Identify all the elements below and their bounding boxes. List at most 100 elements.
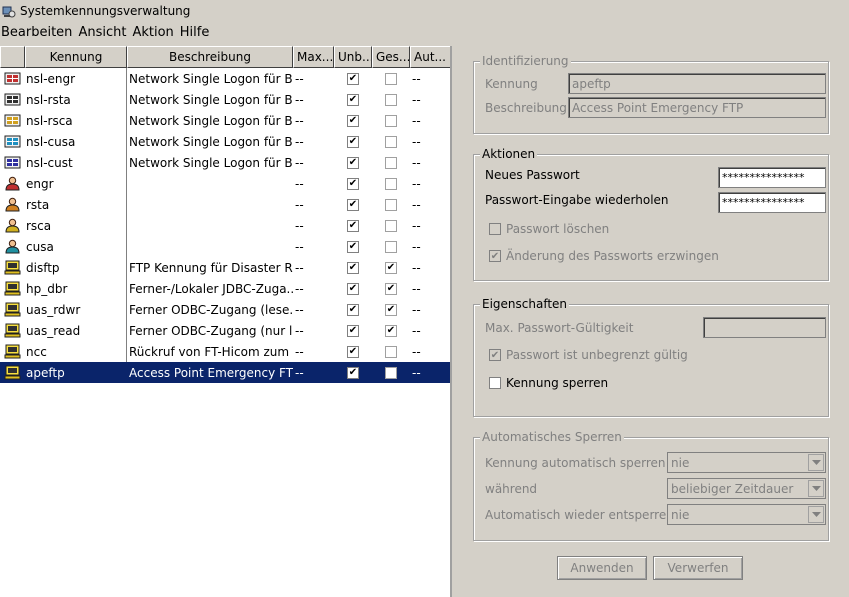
ges-checkbox[interactable]: [385, 135, 397, 148]
unb-checkbox[interactable]: ✔: [347, 114, 359, 127]
user-icon: [0, 194, 25, 215]
cell-beschreibung: [127, 173, 293, 194]
passwort-loeschen-checkbox[interactable]: Passwort löschen: [489, 222, 609, 236]
table-row[interactable]: cusa -- ✔ --: [0, 236, 450, 257]
ges-checkbox[interactable]: [385, 72, 397, 85]
cell-beschreibung: [127, 215, 293, 236]
table-row[interactable]: nsl-cust Network Single Logon für B... -- ✔…: [0, 152, 450, 173]
auto-sperren-select[interactable]: nie: [667, 452, 826, 473]
unb-checkbox[interactable]: ✔: [347, 177, 359, 190]
cell-unb: ✔: [334, 362, 372, 383]
header-icon-column[interactable]: [0, 46, 25, 68]
neues-passwort-label: Neues Passwort: [485, 168, 580, 182]
unb-checkbox[interactable]: ✔: [347, 345, 359, 358]
max-gueltigkeit-label: Max. Passwort-Gültigkeit: [485, 321, 634, 335]
table-row[interactable]: rsta -- ✔ --: [0, 194, 450, 215]
ges-checkbox[interactable]: [385, 366, 397, 379]
unb-checkbox[interactable]: ✔: [347, 324, 359, 337]
unb-checkbox[interactable]: ✔: [347, 135, 359, 148]
cell-aut: --: [412, 134, 421, 149]
cell-unb: ✔: [334, 278, 372, 299]
user-icon: [0, 236, 25, 257]
header-kennung[interactable]: Kennung: [25, 46, 127, 68]
unb-checkbox[interactable]: ✔: [347, 72, 359, 85]
cell-kennung: rsta: [25, 194, 127, 215]
cell-kennung: nsl-rsca: [25, 110, 127, 131]
table-row[interactable]: uas_read Ferner ODBC-Zugang (nur l... -- ✔ ✔…: [0, 320, 450, 341]
menu-bearbeiten[interactable]: Bearbeiten: [0, 25, 77, 40]
keyboard-user-icon: [0, 131, 25, 152]
verwerfen-button[interactable]: Verwerfen: [653, 556, 743, 580]
header-beschreibung[interactable]: Beschreibung: [127, 46, 293, 68]
cell-aut: --: [412, 302, 421, 317]
passwort-loeschen-box: [489, 223, 501, 235]
table-row[interactable]: nsl-cusa Network Single Logon für B... -- ✔…: [0, 131, 450, 152]
passwort-wiederholen-input[interactable]: ***************: [718, 192, 826, 213]
menu-aktion[interactable]: Aktion: [131, 25, 178, 40]
ges-checkbox[interactable]: ✔: [385, 324, 397, 337]
keyboard-user-icon: [0, 68, 25, 89]
table-row[interactable]: disftp FTP Kennung für Disaster R... -- ✔ ✔ -…: [0, 257, 450, 278]
ges-checkbox[interactable]: ✔: [385, 303, 397, 316]
unbegrenzt-checkbox[interactable]: ✔ Passwort ist unbegrenzt gültig: [489, 348, 688, 362]
unb-checkbox[interactable]: ✔: [347, 198, 359, 211]
table-row[interactable]: ncc Rückruf von FT-Hicom zum ... -- ✔ --: [0, 341, 450, 362]
cell-unb: ✔: [334, 68, 372, 89]
terminal-user-icon: [0, 341, 25, 362]
table-row[interactable]: hp_dbr Ferner-/Lokaler JDBC-Zuga... -- ✔ ✔ --: [0, 278, 450, 299]
cell-kennung: rsca: [25, 215, 127, 236]
cell-aut: --: [412, 260, 421, 275]
anwenden-button[interactable]: Anwenden: [557, 556, 647, 580]
header-unb[interactable]: Unb...: [334, 46, 372, 68]
menu-ansicht[interactable]: Ansicht: [77, 25, 131, 40]
cell-unb: ✔: [334, 152, 372, 173]
table-row[interactable]: nsl-rsta Network Single Logon für B... -- ✔…: [0, 89, 450, 110]
unb-checkbox[interactable]: ✔: [347, 240, 359, 253]
unb-checkbox[interactable]: ✔: [347, 303, 359, 316]
ges-checkbox[interactable]: [385, 198, 397, 211]
waehrend-label: während: [485, 482, 538, 496]
cell-kennung: disftp: [25, 257, 127, 278]
unb-checkbox[interactable]: ✔: [347, 93, 359, 106]
entsperren-select[interactable]: nie: [667, 504, 826, 525]
kennung-sperren-checkbox[interactable]: Kennung sperren: [489, 376, 608, 390]
header-ges[interactable]: Ges...: [372, 46, 410, 68]
passwort-loeschen-label: Passwort löschen: [506, 222, 610, 236]
table-row[interactable]: nsl-rsca Network Single Logon für B... -- ✔…: [0, 110, 450, 131]
header-max[interactable]: Max...: [293, 46, 334, 68]
menu-hilfe[interactable]: Hilfe: [179, 25, 215, 40]
ges-checkbox[interactable]: [385, 345, 397, 358]
unb-checkbox[interactable]: ✔: [347, 219, 359, 232]
ges-checkbox[interactable]: [385, 240, 397, 253]
cell-aut: --: [412, 197, 421, 212]
cell-aut: --: [412, 281, 421, 296]
neues-passwort-input[interactable]: ***************: [718, 167, 826, 188]
cell-unb: ✔: [334, 110, 372, 131]
table-row[interactable]: rsca -- ✔ --: [0, 215, 450, 236]
unb-checkbox[interactable]: ✔: [347, 261, 359, 274]
table-row[interactable]: uas_rdwr Ferner ODBC-Zugang (lese... -- ✔ ✔ -…: [0, 299, 450, 320]
ges-checkbox[interactable]: [385, 93, 397, 106]
terminal-user-icon: [0, 320, 25, 341]
table-row[interactable]: engr -- ✔ --: [0, 173, 450, 194]
cell-max: --: [295, 239, 304, 254]
ges-checkbox[interactable]: ✔: [385, 261, 397, 274]
header-aut[interactable]: Aut...: [410, 46, 450, 68]
cell-ges: ✔: [372, 320, 410, 341]
ges-checkbox[interactable]: ✔: [385, 282, 397, 295]
table-row[interactable]: apeftp Access Point Emergency FTP -- ✔ --: [0, 362, 450, 383]
unb-checkbox[interactable]: ✔: [347, 156, 359, 169]
cell-beschreibung: Rückruf von FT-Hicom zum ...: [129, 344, 293, 359]
unb-checkbox[interactable]: ✔: [347, 366, 359, 379]
passwort-erzwingen-checkbox[interactable]: ✔ Änderung des Passworts erzwingen: [489, 249, 719, 263]
cell-ges: [372, 173, 410, 194]
ges-checkbox[interactable]: [385, 177, 397, 190]
chevron-down-icon: [808, 480, 824, 497]
ges-checkbox[interactable]: [385, 156, 397, 169]
cell-unb: ✔: [334, 236, 372, 257]
unb-checkbox[interactable]: ✔: [347, 282, 359, 295]
waehrend-select[interactable]: beliebiger Zeitdauer: [667, 478, 826, 499]
ges-checkbox[interactable]: [385, 114, 397, 127]
ges-checkbox[interactable]: [385, 219, 397, 232]
table-row[interactable]: nsl-engr Network Single Logon für B... -- ✔…: [0, 68, 450, 89]
